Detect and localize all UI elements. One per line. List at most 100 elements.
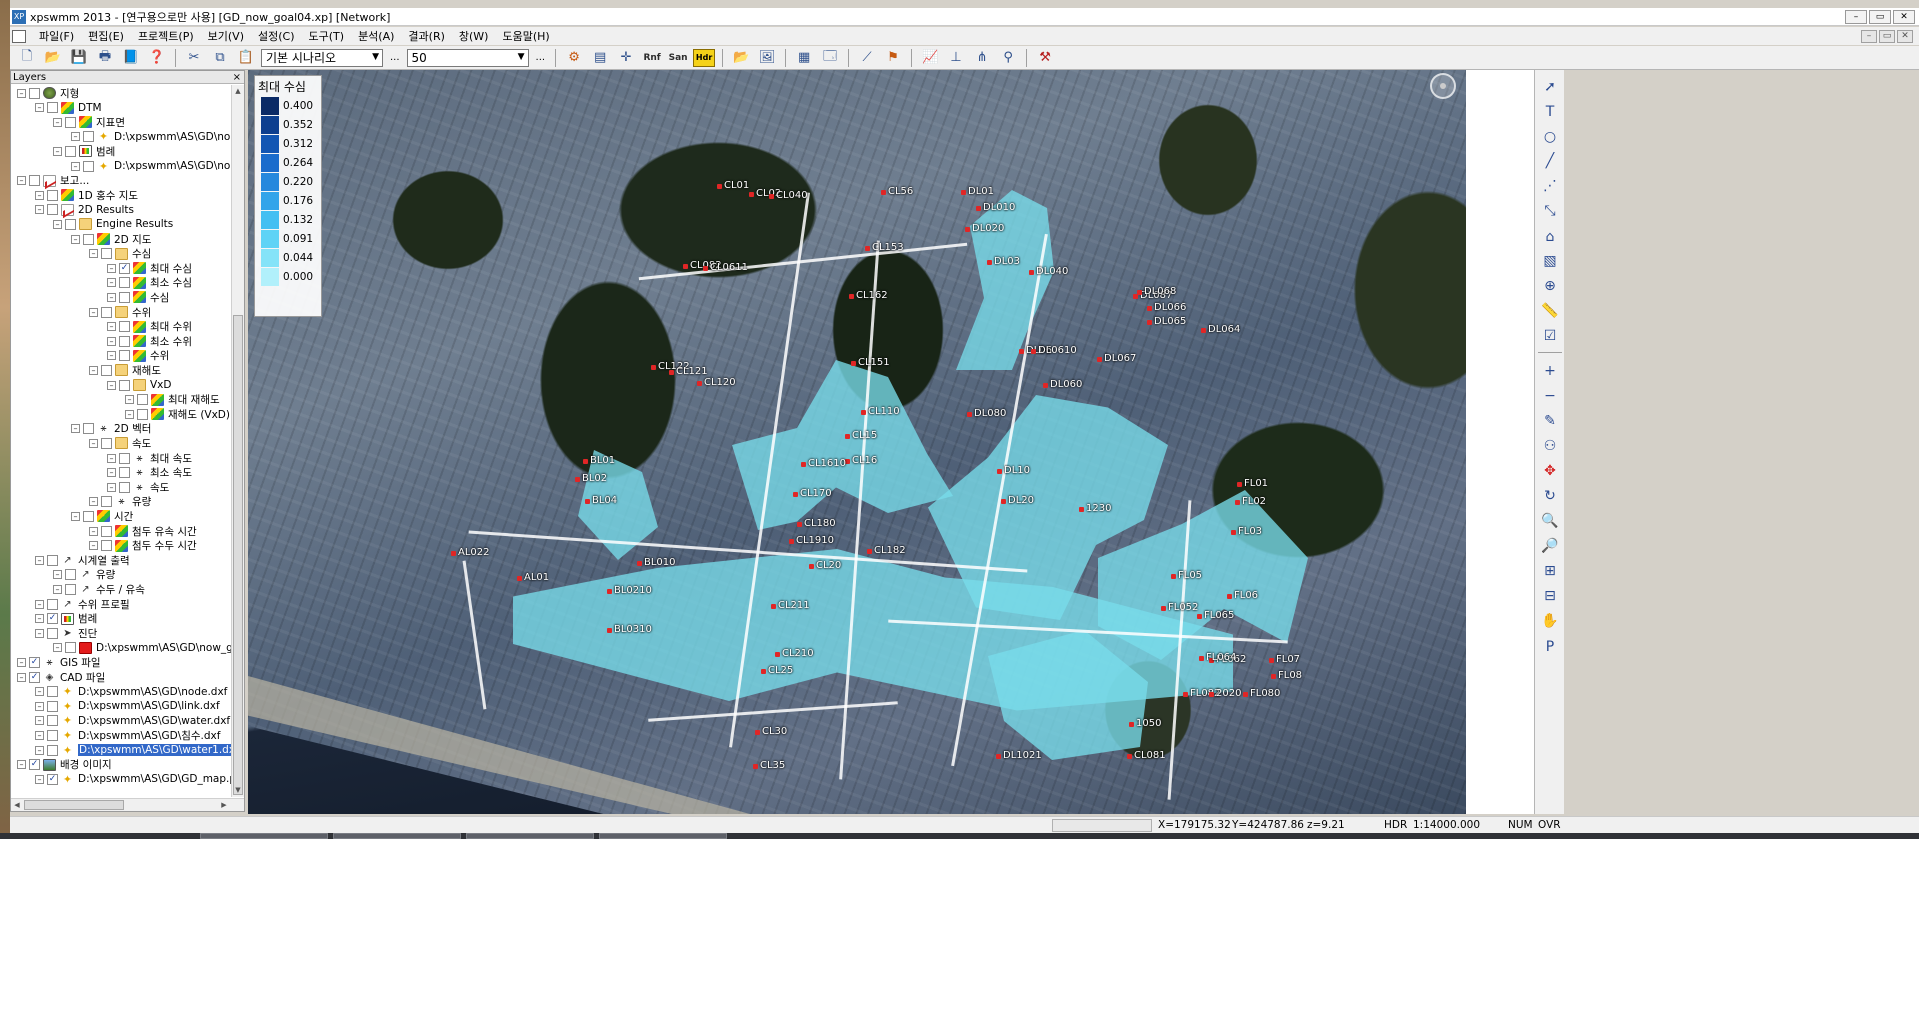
layer-label[interactable]: 진단 (78, 626, 97, 641)
layer-label[interactable]: 보고... (60, 173, 89, 188)
layer-visibility-checkbox[interactable] (83, 131, 94, 143)
layer-label[interactable]: 2D Results (78, 204, 134, 216)
document-icon[interactable] (12, 29, 26, 43)
layer-tree-item[interactable]: – ✦ D:\xpswmm\AS\GD\no (71, 159, 230, 173)
layer-visibility-checkbox[interactable] (47, 598, 58, 610)
network-node[interactable] (1079, 507, 1084, 512)
layer-tree-item[interactable]: – 최소 수심 (107, 276, 192, 290)
network-node[interactable] (789, 539, 794, 544)
layer-visibility-checkbox[interactable] (101, 364, 112, 376)
layer-tree-item[interactable]: – ✦ D:\xpswmm\AS\GD\water.dxf (35, 714, 230, 728)
restore-button[interactable]: ▭ (1869, 9, 1891, 24)
layer-visibility-checkbox[interactable] (83, 233, 94, 245)
network-node-label[interactable]: BL02 (582, 473, 607, 484)
layer-label[interactable]: D:\xpswmm\AS\GD\no (114, 131, 230, 143)
network-node[interactable] (517, 576, 522, 581)
layer-label[interactable]: 최소 수심 (150, 275, 192, 290)
network-node[interactable] (861, 410, 866, 415)
hydraulics-mode-button[interactable]: Hdr (693, 48, 716, 67)
expand-toggle-icon[interactable]: – (107, 263, 116, 273)
network-node-label[interactable]: DL067 (1104, 353, 1136, 364)
layer-visibility-checkbox[interactable] (83, 423, 94, 435)
expand-toggle-icon[interactable]: – (35, 774, 44, 784)
layer-label[interactable]: 유량 (96, 567, 115, 582)
layer-label[interactable]: 수위 프로필 (78, 597, 130, 612)
network-node[interactable] (881, 190, 886, 195)
expand-toggle-icon[interactable]: – (89, 526, 98, 536)
layer-visibility-checkbox[interactable]: ✓ (47, 773, 58, 785)
expand-toggle-icon[interactable]: – (107, 336, 116, 346)
network-node-label[interactable]: BL0310 (614, 624, 652, 635)
network-node-label[interactable]: DL010 (983, 202, 1015, 213)
expand-toggle-icon[interactable]: – (89, 365, 98, 375)
expand-toggle-icon[interactable]: – (89, 249, 98, 259)
expand-toggle-icon[interactable]: – (53, 570, 62, 580)
layer-tree-item[interactable]: – 수심 (89, 247, 151, 261)
layer-tree-item[interactable]: – ⚹ 유량 (89, 495, 151, 509)
table-icon[interactable]: ▦ (793, 48, 815, 68)
review-icon[interactable]: ⚲ (997, 48, 1019, 68)
mdi-minimize-button[interactable]: – (1861, 29, 1877, 43)
dashed-line-icon[interactable]: ⋰ (1539, 175, 1561, 197)
layer-visibility-checkbox[interactable]: ✓ (119, 262, 130, 274)
expand-toggle-icon[interactable]: – (35, 730, 44, 740)
layer-label[interactable]: D:\xpswmm\AS\GD\node.dxf (78, 686, 227, 698)
network-node[interactable] (996, 754, 1001, 759)
network-node[interactable] (997, 469, 1002, 474)
settings-gear-icon[interactable]: ⚙ (563, 48, 585, 68)
layer-visibility-checkbox[interactable] (83, 160, 94, 172)
layer-visibility-checkbox[interactable] (65, 583, 76, 595)
expand-toggle-icon[interactable]: – (107, 482, 116, 492)
network-node[interactable] (1269, 658, 1274, 663)
line-icon[interactable]: ╱ (1539, 150, 1561, 172)
layer-visibility-checkbox[interactable] (119, 481, 130, 493)
move-icon[interactable]: ✥ (1539, 460, 1561, 482)
open-folder-icon[interactable]: 📂 (42, 48, 64, 68)
scenario-more-button[interactable]: ... (387, 52, 403, 63)
layer-label[interactable]: 재해도 (VxD) (168, 407, 230, 422)
network-node[interactable] (775, 652, 780, 657)
network-node-label[interactable]: FL052 (1168, 602, 1198, 613)
expand-toggle-icon[interactable]: – (125, 395, 134, 405)
network-node[interactable] (607, 628, 612, 633)
menu-analysis[interactable]: 분석(A) (351, 28, 401, 44)
map-canvas[interactable]: CL01CL02CL040CL56CL153CL162CL151CL122CL1… (248, 70, 1466, 814)
layer-label[interactable]: 최대 속도 (150, 451, 192, 466)
network-node-label[interactable]: FL03 (1238, 526, 1262, 537)
menu-view[interactable]: 보기(V) (201, 28, 251, 44)
layer-tree-item[interactable]: – DTM (35, 101, 102, 115)
layer-tree-item[interactable]: – ➤ 진단 (35, 626, 97, 640)
print-icon[interactable]: 🖶 (94, 48, 116, 68)
layer-tree-item[interactable]: – 수위 (89, 305, 151, 319)
graph-icon[interactable]: 📈 (919, 48, 941, 68)
menu-edit[interactable]: 편집(E) (81, 28, 131, 44)
network-node[interactable] (845, 434, 850, 439)
network-node[interactable] (717, 184, 722, 189)
network-node-label[interactable]: DL064 (1208, 324, 1240, 335)
layers-icon[interactable]: ▤ (589, 48, 611, 68)
menu-help[interactable]: 도움말(H) (495, 28, 556, 44)
layer-label[interactable]: 1D 홍수 지도 (78, 188, 138, 203)
layer-tree-item[interactable]: – 최대 재해도 (125, 393, 220, 407)
layer-label[interactable]: 수위 (150, 348, 169, 363)
layer-visibility-checkbox[interactable]: ✓ (47, 613, 58, 625)
layer-visibility-checkbox[interactable] (47, 102, 58, 114)
network-node-label[interactable]: DL01 (968, 186, 994, 197)
layers-vertical-scrollbar[interactable]: ▲ ▼ (231, 85, 244, 797)
layer-visibility-checkbox[interactable] (47, 686, 58, 698)
network-node-label[interactable]: CL01 (724, 180, 749, 191)
expand-toggle-icon[interactable]: – (71, 132, 80, 142)
expand-toggle-icon[interactable]: – (71, 161, 80, 171)
layers-horizontal-scrollbar[interactable]: ◀ ▶ (11, 798, 244, 811)
expand-toggle-icon[interactable]: – (35, 190, 44, 200)
scroll-right-icon[interactable]: ▶ (218, 799, 230, 811)
menu-window[interactable]: 창(W) (452, 28, 496, 44)
open-results-icon[interactable]: 📂 (730, 48, 752, 68)
network-node[interactable] (849, 294, 854, 299)
layer-tree-item[interactable]: – ↗ 수위 프로필 (35, 597, 130, 611)
zoom-in-icon[interactable]: 🔍 (1539, 510, 1561, 532)
layer-label[interactable]: 재해도 (132, 363, 161, 378)
layer-label[interactable]: 수위 (132, 305, 151, 320)
layer-visibility-checkbox[interactable] (101, 306, 112, 318)
layer-label[interactable]: D:\xpswmm\AS\GD\link.dxf (78, 700, 220, 712)
